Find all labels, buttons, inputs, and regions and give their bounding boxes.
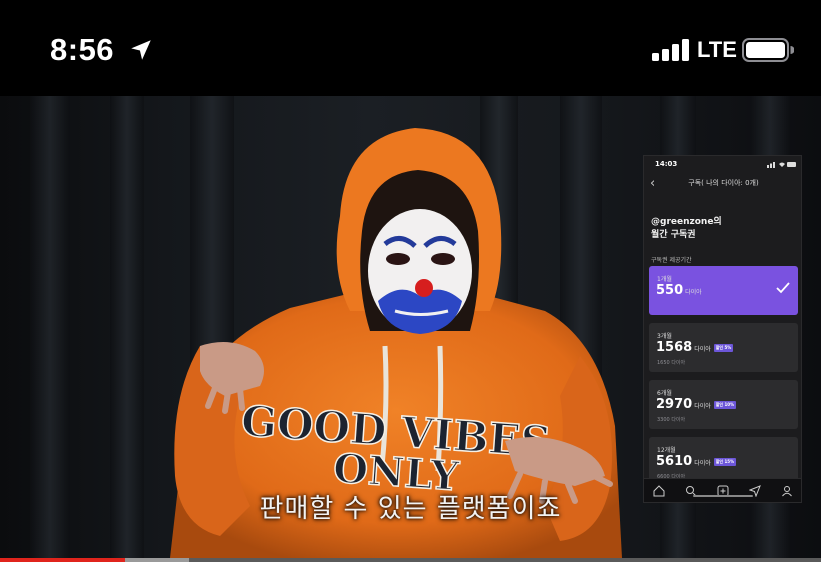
progress-played bbox=[0, 558, 125, 562]
plan-price: 1568 다이아 할인 5% bbox=[656, 340, 734, 355]
plan-term: 12개월 bbox=[657, 447, 676, 454]
channel-line-1: @greenzone의 bbox=[651, 217, 722, 227]
embedded-channel-title: @greenzone의 월간 구독권 bbox=[651, 216, 722, 242]
embedded-status-icons bbox=[767, 162, 796, 168]
discount-badge: 할인 15% bbox=[713, 457, 737, 466]
status-time: 8:56 bbox=[50, 32, 115, 67]
cellular-signal-icon bbox=[652, 39, 689, 61]
plan-term: 1개월 bbox=[657, 276, 672, 283]
plan-price: 2970 다이아 할인 10% bbox=[656, 397, 737, 412]
plan-card-6-month: 6개월 2970 다이아 할인 10% 3300 다이아 bbox=[649, 380, 798, 429]
status-bar: 8:56 LTE bbox=[0, 0, 821, 96]
embedded-section-label: 구독권 제공기간 bbox=[651, 257, 692, 264]
plan-price: 5610 다이아 할인 15% bbox=[656, 454, 737, 469]
discount-badge: 할인 10% bbox=[713, 400, 737, 409]
embedded-time: 14:03 bbox=[655, 160, 678, 168]
plan-card-3-month: 3개월 1568 다이아 할인 5% 1650 다이아 bbox=[649, 323, 798, 372]
embedded-status-bar: 14:03 bbox=[644, 156, 801, 172]
location-arrow-icon bbox=[131, 40, 151, 60]
plan-original-price: 1650 다이아 bbox=[657, 360, 686, 366]
plan-term: 6개월 bbox=[657, 390, 672, 397]
embedded-phone-screenshot: 14:03 ‹ 구독( 나의 다이아: 0개) @greenzone의 월간 구… bbox=[643, 155, 802, 503]
plan-card-1-month: 1개월 550 다이아 bbox=[649, 266, 798, 315]
checkmark-icon bbox=[776, 282, 790, 294]
embedded-header-title: 구독( 나의 다이아: 0개) bbox=[688, 179, 759, 187]
plan-price: 550 다이아 bbox=[656, 283, 702, 298]
discount-badge: 할인 5% bbox=[713, 343, 734, 352]
network-type: LTE bbox=[697, 37, 737, 62]
plan-original-price: 3300 다이아 bbox=[657, 417, 686, 423]
video-subtitle: 판매할 수 있는 플랫폼이죠 bbox=[259, 494, 562, 524]
battery-icon bbox=[742, 38, 794, 62]
video-progress-bar[interactable] bbox=[0, 558, 821, 565]
channel-line-2: 월간 구독권 bbox=[651, 230, 696, 240]
plan-term: 3개월 bbox=[657, 333, 672, 340]
